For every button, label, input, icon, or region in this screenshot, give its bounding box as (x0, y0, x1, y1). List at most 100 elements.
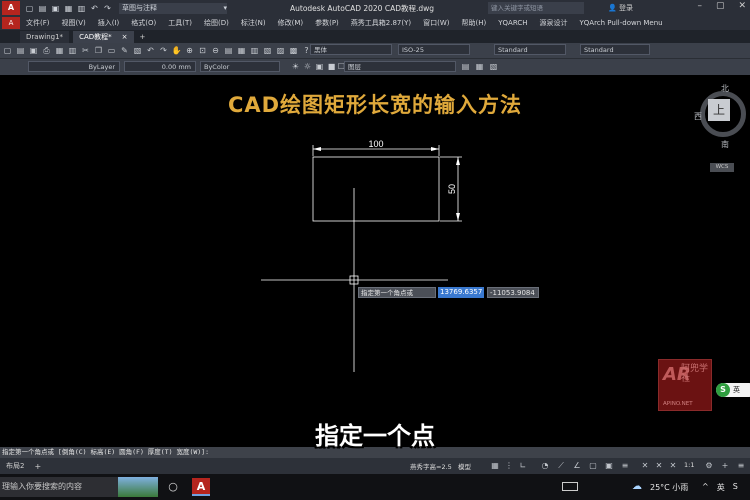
autocad-taskbar-icon[interactable]: A (192, 478, 210, 496)
layer-match-icon[interactable]: ▧ (488, 61, 499, 72)
design-center-icon[interactable]: ▦ (236, 45, 247, 56)
snap-icon[interactable]: ⋮ (504, 461, 514, 471)
compass-north[interactable]: 北 (721, 83, 729, 94)
open-icon[interactable]: ▤ (15, 45, 26, 56)
login-button[interactable]: 👤 登录 (608, 3, 633, 13)
dim-style-select[interactable]: ISO-25 (398, 44, 470, 55)
menu-modify[interactable]: 修改(M) (272, 18, 310, 28)
weather-text[interactable]: 25°C 小雨 (650, 482, 688, 493)
properties-icon[interactable]: ▤ (223, 45, 234, 56)
maximize-icon[interactable]: ▢ (716, 1, 725, 11)
workspace-gear-icon[interactable]: ⚙ (704, 461, 714, 471)
menu-help[interactable]: 帮助(H) (456, 18, 493, 28)
layer-state-icon[interactable]: ☼ (302, 61, 313, 72)
viewcube[interactable]: 北 西 南 上 WCS (694, 83, 750, 173)
table-style-select[interactable]: Standard (494, 44, 566, 55)
lineweight-toggle-icon[interactable]: ▣ (604, 461, 614, 471)
markup-icon[interactable]: ▨ (275, 45, 286, 56)
search-input[interactable]: 键入关键字或短语 (488, 2, 584, 14)
add-layout-button[interactable]: + (34, 462, 41, 471)
isodraft-icon[interactable]: ⟋ (556, 461, 566, 471)
undo-icon[interactable]: ↶ (89, 3, 100, 14)
zoom-realtime-icon[interactable]: ⊕ (184, 45, 195, 56)
dynamic-input-x[interactable]: 13769.6357 (438, 287, 484, 298)
object-snap-tracking-icon[interactable]: ∠ (572, 461, 582, 471)
tool-palettes-icon[interactable]: ▥ (249, 45, 260, 56)
cut-icon[interactable]: ✂ (80, 45, 91, 56)
new-tab-button[interactable]: + (140, 31, 146, 43)
compass-west[interactable]: 西 (694, 111, 702, 122)
copy-icon[interactable]: ❐ (93, 45, 104, 56)
menu-yqarch[interactable]: YQARCH (492, 19, 533, 27)
paste-icon[interactable]: ▭ (106, 45, 117, 56)
undo-icon[interactable]: ↶ (145, 45, 156, 56)
menu-yuanquan-design[interactable]: 源泉设计 (534, 18, 574, 28)
plot-icon[interactable]: ▥ (76, 3, 87, 14)
workspace-switcher[interactable]: 草图与注释 ▾ (119, 2, 227, 14)
object-snap-icon[interactable]: ▢ (588, 461, 598, 471)
menu-file[interactable]: 文件(F) (20, 18, 56, 28)
viewcube-top-face[interactable]: 上 (708, 99, 730, 121)
ortho-icon[interactable]: ∟ (518, 461, 528, 471)
ime-indicator[interactable]: S 英 (716, 383, 750, 397)
make-current-icon[interactable]: ▦ (474, 61, 485, 72)
dynamic-input-y[interactable]: -11053.9084 (487, 287, 539, 298)
tab-cad-tutorial[interactable]: CAD教程* × (73, 31, 134, 43)
wcs-menu[interactable]: WCS (710, 163, 734, 172)
grid-icon[interactable]: ▦ (490, 461, 500, 471)
tray-chevron-icon[interactable]: ^ (702, 482, 709, 493)
menu-insert[interactable]: 插入(I) (92, 18, 126, 28)
menu-view[interactable]: 视图(V) (56, 18, 92, 28)
print-icon[interactable]: ⎙ (41, 45, 52, 56)
save-icon[interactable]: ▣ (28, 45, 39, 56)
annotation-scale-icon[interactable]: ✕ (668, 461, 678, 471)
menu-dimension[interactable]: 标注(N) (235, 18, 272, 28)
application-menu-icon[interactable]: A (2, 17, 20, 29)
transparency-icon[interactable]: ≡ (620, 461, 630, 471)
tray-language[interactable]: 英 (717, 482, 725, 493)
task-view-icon[interactable]: ○ (166, 480, 180, 494)
save-as-icon[interactable]: ▦ (63, 3, 74, 14)
layer-previous-icon[interactable]: ▤ (460, 61, 471, 72)
zoom-previous-icon[interactable]: ⊖ (210, 45, 221, 56)
new-file-icon[interactable]: ▢ (24, 3, 35, 14)
pan-icon[interactable]: ✋ (171, 45, 182, 56)
drawing-canvas[interactable]: 100 50 CAD绘图矩形长宽的输入方法 指定第一个角点或 13769.635… (0, 75, 750, 421)
calculator-icon[interactable]: ▩ (288, 45, 299, 56)
layer-select[interactable]: 图层 (344, 61, 456, 72)
tray-sogou-icon[interactable]: S (733, 482, 738, 493)
block-editor-icon[interactable]: ▧ (132, 45, 143, 56)
menu-yanxiu-toolbox[interactable]: 燕秀工具箱2.87(Y) (345, 18, 417, 28)
open-file-icon[interactable]: ▤ (37, 3, 48, 14)
menu-tools[interactable]: 工具(T) (162, 18, 198, 28)
color-select[interactable]: ByColor (200, 61, 280, 72)
menu-format[interactable]: 格式(O) (125, 18, 162, 28)
layer-lock-icon[interactable]: ▣ (314, 61, 325, 72)
minimize-icon[interactable]: – (697, 1, 702, 11)
annotation-scale-value[interactable]: 1:1 (684, 461, 694, 469)
menu-draw[interactable]: 绘图(D) (198, 18, 235, 28)
autocad-logo-icon[interactable]: A (2, 1, 20, 15)
polar-tracking-icon[interactable]: ◔ (540, 461, 550, 471)
model-space-toggle[interactable]: 模型 (458, 461, 471, 471)
linetype-select[interactable]: ByLayer (28, 61, 120, 72)
zoom-window-icon[interactable]: ⊡ (197, 45, 208, 56)
redo-icon[interactable]: ↷ (158, 45, 169, 56)
text-style-select[interactable]: 黑体 (310, 44, 392, 55)
lineweight-select[interactable]: 0.00 mm (124, 61, 196, 72)
publish-icon[interactable]: ▥ (67, 45, 78, 56)
close-tab-icon[interactable]: × (122, 31, 128, 43)
compass-south[interactable]: 南 (721, 139, 729, 150)
battery-icon[interactable] (562, 482, 578, 491)
menu-parametric[interactable]: 参数(P) (309, 18, 345, 28)
layer-properties-icon[interactable]: ☀ (290, 61, 301, 72)
new-icon[interactable]: ▢ (2, 45, 13, 56)
match-properties-icon[interactable]: ✎ (119, 45, 130, 56)
tab-drawing1[interactable]: Drawing1* (20, 31, 70, 43)
preview-icon[interactable]: ▦ (54, 45, 65, 56)
multileader-style-select[interactable]: Standard (580, 44, 650, 55)
save-icon[interactable]: ▣ (50, 3, 61, 14)
tab-layout2[interactable]: 布局2 (6, 461, 24, 471)
sheet-set-icon[interactable]: ▧ (262, 45, 273, 56)
text-height-status[interactable]: 燕秀字高=2.5 (410, 461, 452, 471)
